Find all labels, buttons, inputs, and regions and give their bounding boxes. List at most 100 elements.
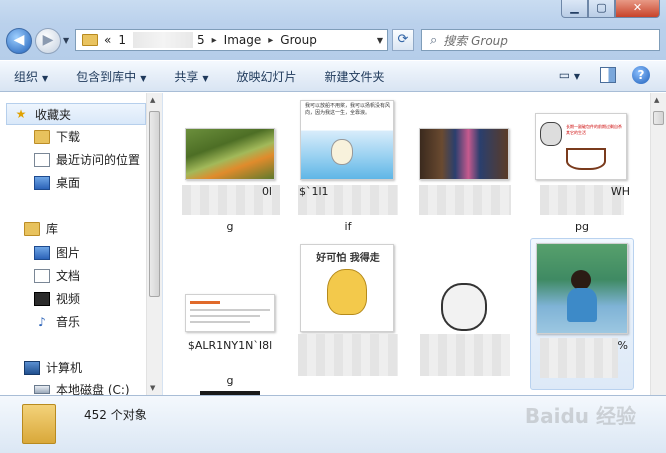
cartoon-face (540, 122, 562, 146)
sidebar-item-desktop[interactable]: 桌面 (34, 174, 80, 191)
navigation-scrollbar[interactable]: ▲ ▼ (146, 93, 162, 395)
slideshow-button[interactable]: 放映幻灯片 (237, 68, 297, 85)
thumbnail-detail (190, 321, 250, 323)
chevron-down-icon: ▼ (140, 73, 147, 83)
downloads-folder-icon (34, 129, 50, 144)
library-icon (24, 221, 40, 236)
file-list: 0l g 我可以放船不用桨，我可以扬帆没有风向，因为我这一生，全靠浪。 $`1l… (164, 93, 650, 395)
thumbnail-caption: 长期一副破包件的前期过剩自杀其它的生活 (566, 124, 622, 135)
help-button[interactable]: ? (632, 66, 650, 84)
file-name: $`1l1 (299, 185, 329, 198)
sidebar-item-pictures[interactable]: 图片 (34, 244, 80, 261)
sidebar-item-label: 视频 (56, 292, 81, 306)
person-body (567, 288, 597, 322)
photo-thumbnail (419, 128, 509, 180)
thumbnail-detail (190, 315, 260, 317)
share-label: 共享 (174, 69, 199, 84)
breadcrumb-overflow[interactable]: « (104, 33, 111, 47)
sidebar-item-label: 计算机 (46, 361, 83, 375)
breadcrumb-item[interactable]: 5 (197, 33, 205, 47)
scroll-up-icon[interactable]: ▲ (150, 96, 155, 104)
search-placeholder: 搜索 Group (443, 33, 508, 48)
breadcrumb-separator[interactable]: ▸ (212, 35, 217, 46)
scrollbar-thumb[interactable] (653, 111, 664, 125)
sidebar-item-label: 下载 (56, 130, 81, 144)
sidebar-item-label: 桌面 (56, 176, 81, 190)
search-icon: ⌕ (430, 32, 438, 48)
screenshot-thumbnail (185, 294, 275, 332)
search-input[interactable]: ⌕ 搜索 Group (421, 29, 660, 51)
preview-pane-button[interactable] (600, 67, 616, 83)
chevron-down-icon: ▼ (202, 73, 209, 83)
forward-button[interactable]: ▶ (35, 28, 61, 54)
videos-icon (34, 291, 50, 306)
thumbnail-caption: 我可以放船不用桨，我可以扬帆没有风向，因为我这一生，全靠浪。 (305, 103, 391, 116)
cartoon-face (441, 283, 487, 331)
sidebar-item-recent[interactable]: 最近访问的位置 (34, 151, 140, 168)
person-head (571, 270, 591, 290)
scrollbar-thumb[interactable] (149, 111, 160, 297)
file-name: g (226, 374, 234, 387)
folder-icon (82, 34, 98, 46)
sidebar-item-favorites[interactable]: ★ 收藏夹 (6, 103, 146, 125)
file-name: pg (575, 220, 589, 233)
music-icon: ♪ (38, 314, 46, 329)
address-bar[interactable]: « 1 5 ▸ Image ▸ Group ▼ (75, 29, 388, 51)
include-in-library-label: 包含到库中 (76, 69, 137, 84)
recent-pages-dropdown[interactable]: ▼ (63, 36, 69, 45)
command-bar: 组织 ▼ 包含到库中 ▼ 共享 ▼ 放映幻灯片 新建文件夹 ▭ ▼ ? (0, 60, 666, 92)
organize-label: 组织 (14, 69, 39, 84)
meme-thumbnail: 好可怕 我得走 (300, 244, 394, 332)
sidebar-item-label: 图片 (56, 246, 81, 260)
sidebar-item-computer[interactable]: 计算机 (24, 359, 82, 376)
close-button[interactable]: ✕ (615, 0, 660, 18)
title-bar: ▁ ▢ ✕ ◀ ▶ ▼ « 1 5 ▸ Image ▸ Group ▼ ⟳ ⌕ … (0, 0, 666, 60)
include-in-library-button[interactable]: 包含到库中 ▼ (76, 68, 146, 85)
thumbnail-detail (190, 301, 220, 304)
computer-icon (24, 360, 40, 375)
recent-places-icon (34, 152, 50, 167)
scroll-up-icon[interactable]: ▲ (654, 96, 659, 104)
scroll-down-icon[interactable]: ▼ (150, 384, 155, 392)
meme-thumbnail (439, 283, 491, 333)
meme-thumbnail: 长期一副破包件的前期过剩自杀其它的生活 (535, 113, 627, 180)
sidebar-item-label: 库 (46, 222, 59, 236)
change-view-button[interactable]: ▭ ▼ (559, 68, 580, 82)
maximize-button[interactable]: ▢ (588, 0, 615, 18)
sidebar-item-videos[interactable]: 视频 (34, 290, 80, 307)
file-name: $ALR1NY1N`I8l (187, 339, 273, 352)
sidebar-item-music[interactable]: ♪ 音乐 (34, 313, 80, 330)
documents-icon (34, 268, 50, 283)
photo-thumbnail (185, 128, 275, 180)
new-folder-button[interactable]: 新建文件夹 (325, 68, 385, 85)
sidebar-item-label: 收藏夹 (35, 107, 72, 122)
breadcrumb-item[interactable]: Image (224, 33, 262, 47)
organize-button[interactable]: 组织 ▼ (14, 68, 48, 85)
star-icon: ★ (15, 107, 27, 121)
breadcrumb-separator[interactable]: ▸ (268, 35, 273, 46)
blurred-filename (298, 334, 398, 376)
sidebar-item-downloads[interactable]: 下载 (34, 128, 80, 145)
file-name: % (617, 339, 628, 352)
breadcrumb-item[interactable]: 1 (118, 33, 126, 47)
back-button[interactable]: ◀ (6, 28, 32, 54)
details-pane: 452 个对象 Baidu 经验 (0, 395, 666, 453)
thumbnail-detail (190, 309, 270, 311)
photo-thumbnail (536, 243, 628, 334)
address-dropdown-icon[interactable]: ▼ (377, 36, 383, 45)
minimize-button[interactable]: ▁ (561, 0, 588, 18)
file-name: g (226, 220, 234, 233)
content-scrollbar[interactable]: ▲ (650, 93, 666, 395)
meme-thumbnail: 我可以放船不用桨，我可以扬帆没有风向，因为我这一生，全靠浪。 (300, 100, 394, 180)
breadcrumb-item[interactable]: Group (280, 33, 317, 47)
sidebar-item-label: 文档 (56, 269, 81, 283)
share-button[interactable]: 共享 ▼ (174, 68, 208, 85)
blurred-filename (419, 185, 511, 215)
navigation-pane: ★ 收藏夹 下载 最近访问的位置 桌面 库 图片 文档 视频 ♪ 音乐 计算机 … (0, 93, 163, 397)
sidebar-item-libraries[interactable]: 库 (24, 220, 58, 237)
cartoon-figure (331, 139, 353, 165)
thumbnail-caption: 好可怕 我得走 (316, 253, 380, 264)
sidebar-item-documents[interactable]: 文档 (34, 267, 80, 284)
file-name: if (344, 220, 352, 233)
refresh-button[interactable]: ⟳ (392, 29, 414, 51)
